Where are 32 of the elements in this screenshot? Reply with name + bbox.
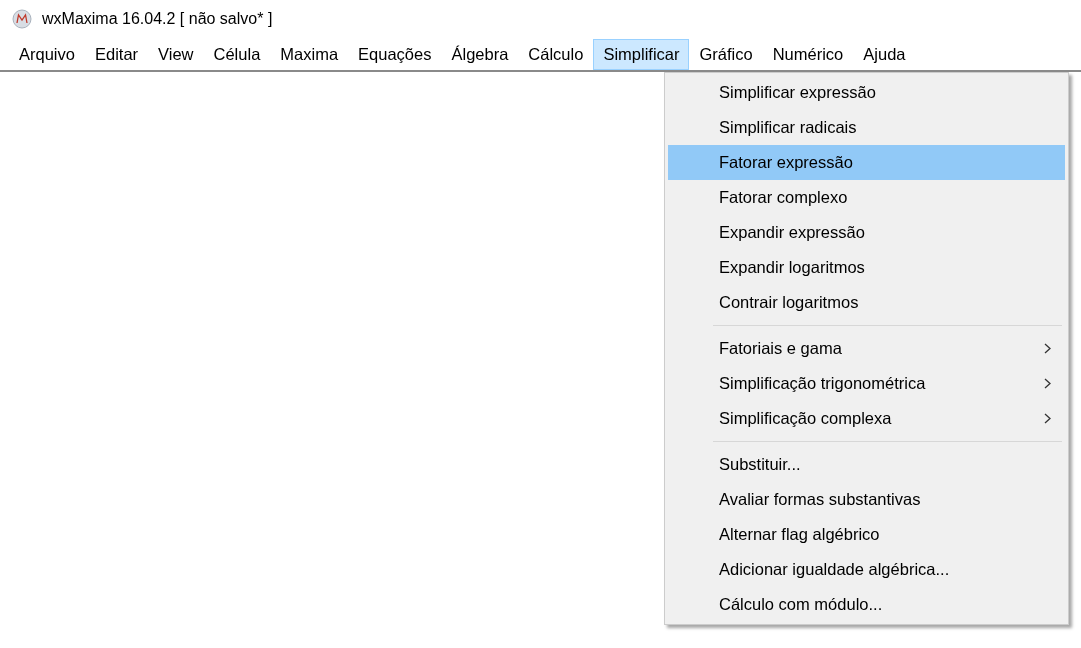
menu-item[interactable]: Simplificar expressão [668, 75, 1065, 110]
chevron-right-icon [1044, 378, 1051, 389]
menu-item[interactable]: Adicionar igualdade algébrica... [668, 552, 1065, 587]
menu-bar-item[interactable]: Célula [203, 38, 271, 70]
menu-item[interactable]: Fatoriais e gama [668, 331, 1065, 366]
menu-bar-item[interactable]: Ajuda [853, 38, 916, 70]
menu-bar-item[interactable]: Álgebra [441, 38, 519, 70]
menu-item[interactable]: Substituir... [668, 447, 1065, 482]
menu-bar-item[interactable]: Maxima [270, 38, 349, 70]
menu-item[interactable]: Expandir logaritmos [668, 250, 1065, 285]
menu-item[interactable]: Simplificar radicais [668, 110, 1065, 145]
app-logo-icon [12, 9, 32, 29]
menu-item[interactable]: Fatorar complexo [668, 180, 1065, 215]
window-title: wxMaxima 16.04.2 [ não salvo* ] [42, 9, 273, 29]
menu-bar-item[interactable]: View [148, 38, 204, 70]
menu-item[interactable]: Simplificação complexa [668, 401, 1065, 436]
menu-bar-item[interactable]: Numérico [762, 38, 854, 70]
chevron-right-icon [1044, 343, 1051, 354]
menu-item[interactable]: Expandir expressão [668, 215, 1065, 250]
menu-item[interactable]: Cálculo com módulo... [668, 587, 1065, 622]
menu-item[interactable]: Contrair logaritmos [668, 285, 1065, 320]
menu-bar-item[interactable]: Equações [348, 38, 442, 70]
menu-bar-item[interactable]: Cálculo [518, 38, 594, 70]
menu-bar-item[interactable]: Editar [84, 38, 149, 70]
chevron-right-icon [1044, 413, 1051, 424]
menu-item[interactable]: Fatorar expressão [668, 145, 1065, 180]
menu-item[interactable]: Simplificação trigonométrica [668, 366, 1065, 401]
menu-item[interactable]: Avaliar formas substantivas [668, 482, 1065, 517]
menu-bar-item[interactable]: Gráfico [689, 38, 763, 70]
menu-item[interactable]: Alternar flag algébrico [668, 517, 1065, 552]
menu-bar-item[interactable]: Simplificar [593, 38, 690, 70]
menu-bar-item[interactable]: Arquivo [9, 38, 85, 70]
